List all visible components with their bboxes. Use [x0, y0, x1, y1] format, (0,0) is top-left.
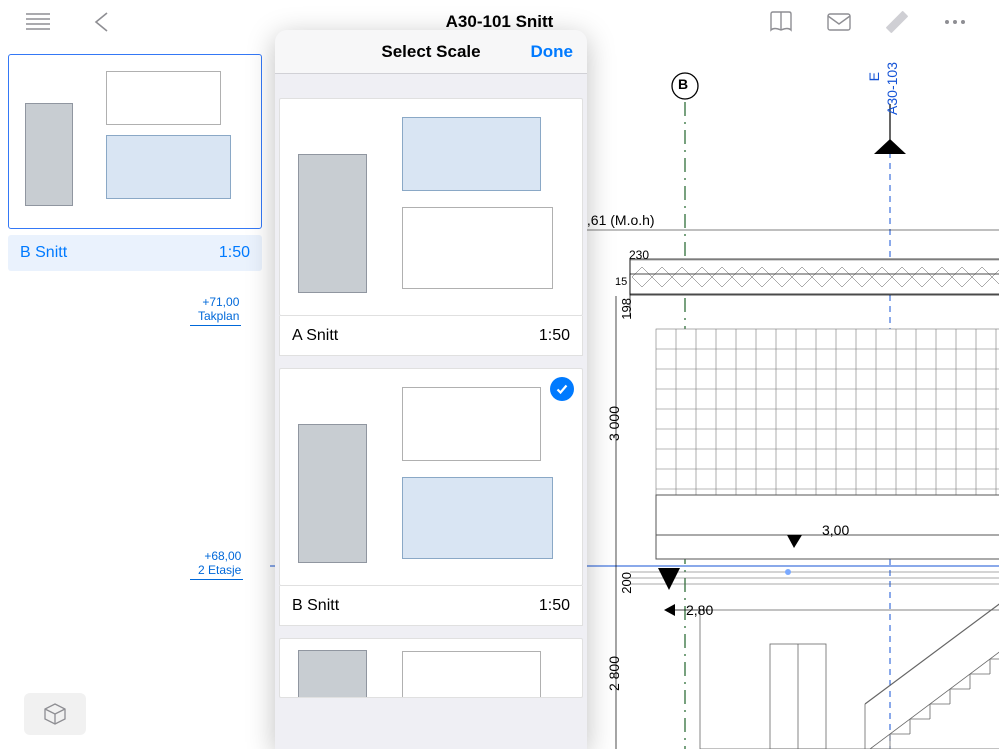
scale-option[interactable]: [279, 638, 583, 698]
scale-thumbnail: [279, 368, 583, 586]
elevation-annotation: +68,00 2 Etasje: [190, 550, 243, 580]
dim-15: 15: [615, 276, 627, 288]
ruler-icon[interactable]: [883, 8, 911, 36]
popover-header: Select Scale Done: [275, 30, 587, 74]
elevation-text: I,61 (M.o.h): [583, 212, 655, 228]
dim-230: 230: [629, 248, 649, 262]
popover-title: Select Scale: [381, 42, 480, 62]
scale-thumbnail: [279, 98, 583, 316]
menu-icon[interactable]: [24, 8, 52, 36]
dim-200: 200: [619, 572, 634, 594]
scale-option[interactable]: A Snitt 1:50: [279, 98, 583, 356]
dim-198: 198: [619, 298, 634, 320]
mail-icon[interactable]: [825, 8, 853, 36]
model-view-button[interactable]: [24, 693, 86, 735]
dim-2-80: 2,80: [686, 602, 713, 618]
checkmark-icon: [550, 377, 574, 401]
dim-3000: 3 000: [606, 406, 622, 441]
done-button[interactable]: Done: [531, 30, 574, 74]
grid-label-b: B: [678, 76, 688, 92]
scale-option-scale: 1:50: [539, 327, 570, 345]
sidebar-selected-row[interactable]: B Snitt 1:50: [8, 235, 262, 271]
popover-list[interactable]: A Snitt 1:50 B Snitt 1:50: [275, 74, 587, 749]
sidebar-item-scale: 1:50: [219, 244, 250, 262]
dim-2800: 2 800: [606, 656, 622, 691]
reference-label: A30-103: [884, 62, 900, 115]
select-scale-popover: Select Scale Done A Snitt 1:50: [275, 30, 587, 749]
more-icon[interactable]: [941, 8, 969, 36]
scale-option[interactable]: B Snitt 1:50: [279, 368, 583, 626]
scale-option-scale: 1:50: [539, 597, 570, 615]
elevation-annotation: +71,00 Takplan: [190, 296, 241, 326]
sidebar-item-name: B Snitt: [20, 244, 67, 262]
dim-3-00: 3,00: [822, 522, 849, 538]
scale-option-name: A Snitt: [292, 327, 338, 345]
sidebar: B Snitt 1:50 +71,00 Takplan +68,00 2 Eta…: [0, 44, 270, 749]
scale-thumbnail: [279, 638, 583, 698]
bookmark-icon[interactable]: [767, 8, 795, 36]
scale-option-name: B Snitt: [292, 597, 339, 615]
back-icon[interactable]: [88, 8, 116, 36]
sidebar-thumbnail[interactable]: [8, 54, 262, 229]
grid-label-e: E: [866, 72, 882, 81]
